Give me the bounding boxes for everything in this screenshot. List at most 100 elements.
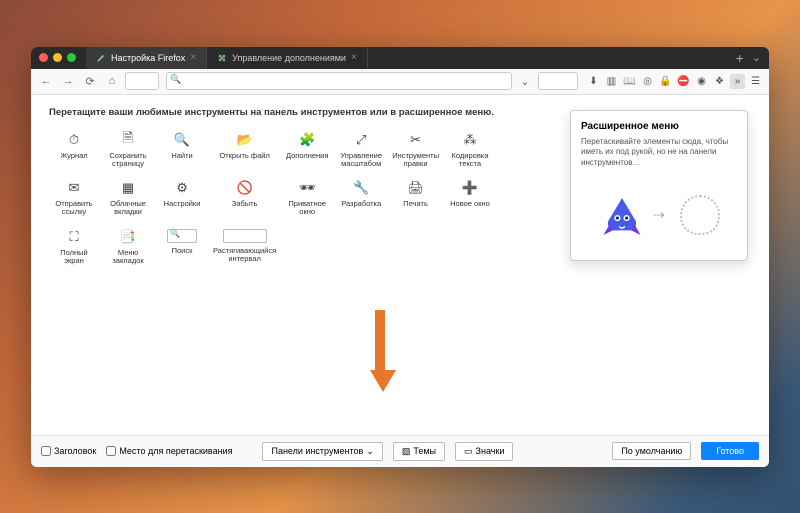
tool-item[interactable]: 🖨 Печать	[390, 178, 441, 219]
overflow-menu-button[interactable]: »	[730, 74, 745, 89]
tool-label: Управление масштабом	[338, 152, 384, 169]
secondary-input[interactable]	[538, 72, 578, 90]
density-button[interactable]: ▭Значки	[455, 442, 513, 461]
library-icon[interactable]: ▥	[604, 74, 619, 89]
extension2-icon[interactable]: ❖	[712, 74, 727, 89]
home-button[interactable]: ⌂	[103, 72, 121, 90]
search-bar[interactable]	[166, 72, 512, 90]
traffic-lights	[39, 53, 76, 62]
tool-item[interactable]: ▦Облачные вкладки	[103, 178, 153, 219]
tool-label: Полный экран	[51, 249, 97, 266]
nav-right-icons: ⬇ ▥ 📖 ◎ 🔒 ⛔ ◉ ❖ » ☰	[586, 74, 763, 89]
tool-label: Печать	[403, 200, 428, 216]
puzzle-icon	[217, 53, 227, 63]
tool-label: Приватное окно	[284, 200, 330, 217]
tab-label: Настройка Firefox	[111, 53, 185, 63]
url-bar[interactable]	[125, 72, 159, 90]
tool-label: Забыть	[232, 200, 258, 216]
tool-item[interactable]: 🚫 Забыть	[211, 178, 278, 219]
lock-icon[interactable]: 🔒	[658, 74, 673, 89]
dragspace-checkbox[interactable]: Место для перетаскивания	[106, 446, 232, 456]
tool-icon: 🗎	[119, 132, 137, 148]
tool-label: Меню закладок	[105, 249, 151, 266]
tool-item[interactable]: 🧩Дополнения	[282, 130, 332, 171]
back-button[interactable]: ←	[37, 72, 55, 90]
adblock-icon[interactable]: ⛔	[676, 74, 691, 89]
tool-icon: ⚙	[173, 180, 191, 196]
tool-label: Настройки	[164, 200, 201, 216]
dropdown-icon[interactable]: ⌄	[516, 72, 534, 90]
tab-customize-firefox[interactable]: Настройка Firefox ×	[86, 47, 207, 69]
tool-icon: ⏱	[65, 132, 83, 148]
download-arrow-icon[interactable]: ⬇	[586, 74, 601, 89]
themes-button[interactable]: ▧Темы	[393, 442, 445, 461]
palette-icon: ▧	[402, 446, 411, 457]
tool-label: Поиск	[172, 247, 193, 263]
panel-illustration: ⇢	[581, 180, 737, 250]
reload-button[interactable]: ⟳	[81, 72, 99, 90]
tool-item[interactable]: ➕Новое окно	[445, 178, 495, 219]
done-button[interactable]: Готово	[701, 442, 759, 460]
tool-item[interactable]: ⏱ Журнал	[49, 130, 99, 171]
tab-addons-manager[interactable]: Управление дополнениями ×	[207, 47, 368, 69]
overflow-menu-panel: Расширенное меню Перетаскивайте элементы…	[570, 110, 748, 261]
tool-icon: ⤢	[352, 132, 370, 148]
close-tab-icon[interactable]: ×	[351, 52, 357, 63]
drag-arrow-icon: ⇢	[653, 207, 665, 224]
tool-icon: ⁂	[461, 132, 479, 148]
tool-icon: 🕶	[298, 180, 316, 196]
restore-defaults-button[interactable]: По умолчанию	[612, 442, 691, 460]
titlebar-checkbox[interactable]: Заголовок	[41, 446, 96, 456]
tool-palette: ⏱ Журнал 🗎Сохранить страницу 🔍 Найти 📂Открыть…	[49, 130, 549, 268]
panel-text: Перетаскивайте элементы сюда, чтобы имет…	[581, 137, 737, 168]
panel-title: Расширенное меню	[581, 121, 737, 132]
tool-label: Найти	[171, 152, 192, 168]
tool-item[interactable]: 📑Меню закладок	[103, 227, 153, 268]
tool-item[interactable]: Растягивающийся интервал	[211, 227, 278, 268]
maximize-window-button[interactable]	[67, 53, 76, 62]
tool-label: Инструменты правки	[392, 152, 439, 169]
toolbars-dropdown[interactable]: Панели инструментов⌄	[262, 442, 382, 461]
tool-icon: ⛶	[65, 229, 83, 245]
tool-label: Дополнения	[286, 152, 328, 168]
tool-item[interactable]: 🕶 Приватное окно	[282, 178, 332, 219]
close-tab-icon[interactable]: ×	[190, 52, 196, 63]
tool-item[interactable]: 🗎Сохранить страницу	[103, 130, 153, 171]
density-icon: ▭	[464, 446, 473, 457]
tool-item[interactable]: 🔧Разработка	[336, 178, 386, 219]
tool-label: Журнал	[60, 152, 87, 168]
ghost-dropzone-icon	[680, 195, 720, 235]
shield-icon[interactable]: ◎	[640, 74, 655, 89]
tool-icon: ✂	[407, 132, 425, 148]
tool-icon: 🔍	[173, 132, 191, 148]
extension-icon[interactable]: ◉	[694, 74, 709, 89]
forward-button[interactable]: →	[59, 72, 77, 90]
tool-item[interactable]: 📂Открыть файл	[211, 130, 278, 171]
tool-item[interactable]: 🔍 Найти	[157, 130, 207, 171]
tool-icon: ▦	[119, 180, 137, 196]
hamburger-menu-button[interactable]: ☰	[748, 74, 763, 89]
titlebar: Настройка Firefox × Управление дополнени…	[31, 47, 769, 69]
tool-item[interactable]: ✂ Инструменты правки	[390, 130, 441, 171]
tool-label: Отправить ссылку	[51, 200, 97, 217]
nav-toolbar: ← → ⟳ ⌂ ⌄ ⬇ ▥ 📖 ◎ 🔒 ⛔ ◉ ❖ » ☰	[31, 69, 769, 95]
tool-item[interactable]: ⁂ Кодировка текста	[445, 130, 495, 171]
tool-item[interactable]: ✉Отправить ссылку	[49, 178, 99, 219]
tool-label: Кодировка текста	[447, 152, 493, 169]
tool-icon: 🖨	[407, 180, 425, 196]
tool-item[interactable]: ⤢ Управление масштабом	[336, 130, 386, 171]
tool-label: Открыть файл	[219, 152, 269, 168]
new-tab-button[interactable]: +	[736, 50, 744, 66]
tool-icon: 🚫	[236, 180, 254, 196]
tool-item[interactable]: ⛶ Полный экран	[49, 227, 99, 268]
brush-icon	[96, 53, 106, 63]
minimize-window-button[interactable]	[53, 53, 62, 62]
tool-label: Новое окно	[450, 200, 490, 216]
close-window-button[interactable]	[39, 53, 48, 62]
tool-label: Разработка	[341, 200, 381, 216]
tabs-dropdown-button[interactable]: ⌄	[752, 51, 761, 64]
reader-icon[interactable]: 📖	[622, 74, 637, 89]
tool-item[interactable]: 🔍Поиск	[157, 227, 207, 268]
tool-item[interactable]: ⚙ Настройки	[157, 178, 207, 219]
tab-label: Управление дополнениями	[232, 53, 346, 63]
